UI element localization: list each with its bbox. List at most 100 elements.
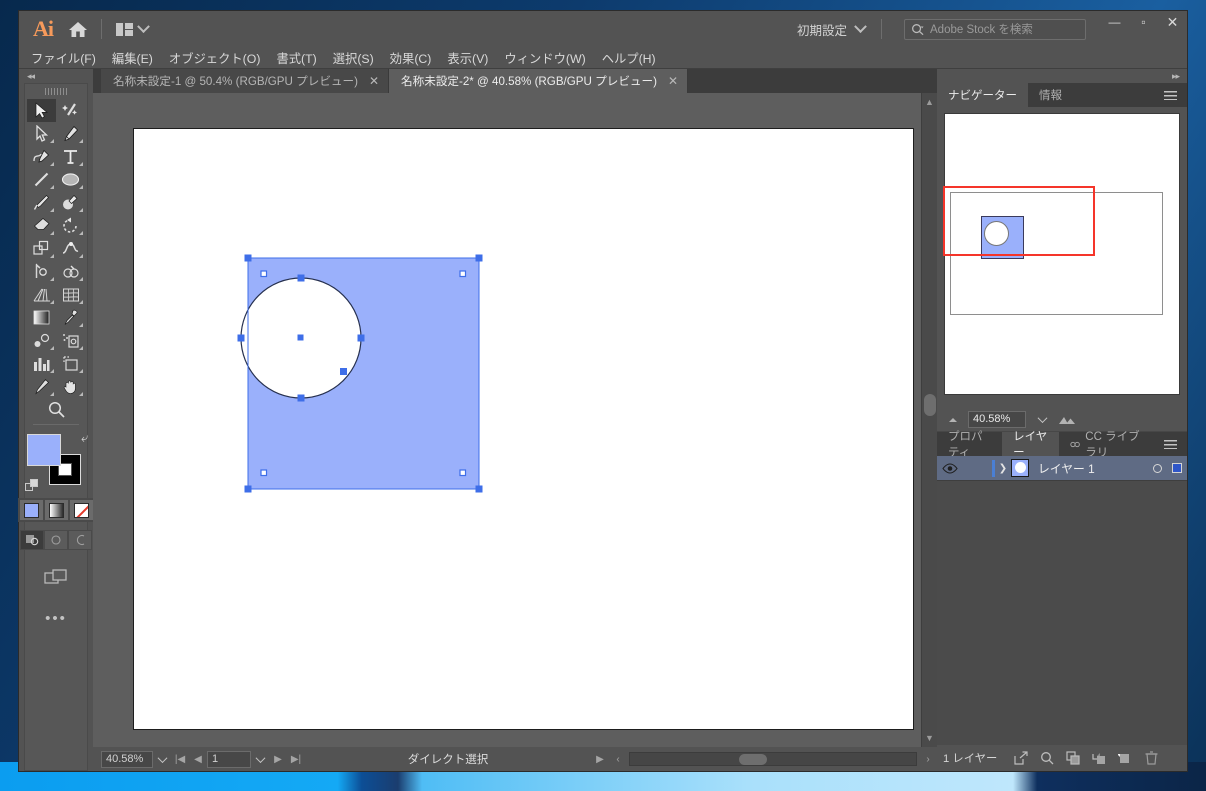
create-new-layer-icon[interactable] bbox=[1113, 747, 1137, 769]
tab-cc-libraries[interactable]: CC ライブラリ bbox=[1059, 431, 1154, 459]
menu-help[interactable]: ヘルプ(H) bbox=[594, 47, 664, 69]
tab-properties[interactable]: プロパティ bbox=[937, 431, 1002, 459]
hand-tool[interactable] bbox=[56, 375, 85, 398]
panel-drag-handle[interactable] bbox=[45, 88, 67, 95]
selection-tool[interactable] bbox=[27, 99, 56, 122]
artwork-selection[interactable] bbox=[228, 238, 528, 518]
pen-tool[interactable] bbox=[56, 122, 85, 145]
blob-brush-tool[interactable] bbox=[56, 191, 85, 214]
document-tab-2[interactable]: 名称未設定-2* @ 40.58% (RGB/GPU プレビュー) ✕ bbox=[389, 69, 689, 93]
search-input[interactable]: Adobe Stock を検索 bbox=[904, 18, 1086, 40]
navigator-zoom-input[interactable]: 40.58% bbox=[968, 410, 1026, 428]
symbol-sprayer-tool[interactable] bbox=[56, 329, 85, 352]
edit-toolbar-ellipsis-icon[interactable]: ••• bbox=[45, 610, 67, 627]
workspace-switcher[interactable]: 初期設定 bbox=[791, 19, 871, 39]
page-dropdown-button[interactable] bbox=[251, 752, 269, 763]
artboard-canvas[interactable] bbox=[93, 93, 921, 747]
page-number-input[interactable]: 1 bbox=[207, 750, 251, 768]
zoom-dropdown-button[interactable] bbox=[153, 752, 171, 763]
close-icon[interactable]: ✕ bbox=[369, 74, 379, 88]
make-clipping-mask-icon[interactable] bbox=[1061, 747, 1085, 769]
zoom-in-mountain-large-icon[interactable] bbox=[1058, 414, 1075, 424]
tools-collapse-button[interactable]: ◂◂ bbox=[19, 69, 93, 83]
eraser-tool[interactable] bbox=[27, 214, 56, 237]
change-screen-mode-icon[interactable] bbox=[41, 566, 71, 588]
delete-selection-icon[interactable] bbox=[1139, 747, 1163, 769]
gradient-tool[interactable] bbox=[27, 306, 56, 329]
layer-name[interactable]: レイヤー 1 bbox=[1029, 460, 1147, 477]
none-mode-button[interactable] bbox=[68, 499, 94, 521]
menu-type[interactable]: 書式(T) bbox=[268, 47, 324, 69]
panel-menu-icon[interactable] bbox=[1154, 432, 1187, 456]
paintbrush-tool[interactable] bbox=[27, 191, 56, 214]
line-segment-tool[interactable] bbox=[27, 168, 56, 191]
perspective-grid-tool[interactable] bbox=[27, 283, 56, 306]
document-tab-1[interactable]: 名称未設定-1 @ 50.4% (RGB/GPU プレビュー) ✕ bbox=[101, 69, 390, 93]
close-icon[interactable]: ✕ bbox=[668, 74, 678, 88]
width-tool[interactable] bbox=[56, 237, 85, 260]
horizontal-scroll-thumb[interactable] bbox=[738, 754, 767, 765]
scale-tool[interactable] bbox=[27, 237, 56, 260]
mesh-tool[interactable] bbox=[56, 283, 85, 306]
arrange-documents-icon[interactable] bbox=[112, 19, 152, 39]
free-transform-tool[interactable] bbox=[27, 260, 56, 283]
menu-effect[interactable]: 効果(C) bbox=[382, 47, 440, 69]
menu-window[interactable]: ウィンドウ(W) bbox=[496, 47, 593, 69]
shape-builder-tool[interactable] bbox=[56, 260, 85, 283]
create-new-sublayer-icon[interactable] bbox=[1087, 747, 1111, 769]
minimize-button[interactable]: — bbox=[1100, 11, 1129, 33]
tab-layers[interactable]: レイヤー bbox=[1002, 431, 1059, 459]
status-collapse-icon[interactable]: ‹ bbox=[609, 754, 627, 765]
scroll-right-icon[interactable]: › bbox=[919, 754, 937, 765]
zoom-tool[interactable] bbox=[42, 398, 71, 421]
draw-behind-mode-button[interactable] bbox=[44, 530, 68, 550]
panel-menu-icon[interactable] bbox=[1154, 83, 1187, 107]
close-button[interactable]: ✕ bbox=[1158, 11, 1187, 33]
previous-page-icon[interactable]: ◀ bbox=[189, 754, 207, 765]
vertical-scroll-thumb[interactable] bbox=[924, 393, 936, 416]
scroll-down-icon[interactable]: ▼ bbox=[925, 733, 934, 743]
zoom-level-input[interactable]: 40.58% bbox=[101, 750, 153, 768]
home-icon[interactable] bbox=[65, 16, 91, 42]
artboard-tool[interactable] bbox=[56, 352, 85, 375]
menu-select[interactable]: 選択(S) bbox=[325, 47, 382, 69]
chevron-right-icon[interactable]: ❯ bbox=[995, 463, 1011, 474]
gradient-mode-button[interactable] bbox=[43, 499, 69, 521]
menu-file[interactable]: ファイル(F) bbox=[23, 47, 104, 69]
color-mode-button[interactable] bbox=[18, 499, 44, 521]
zoom-out-mountain-small-icon[interactable] bbox=[947, 414, 961, 424]
navigator-view-box[interactable] bbox=[943, 186, 1095, 256]
navigator-zoom-dropdown[interactable] bbox=[1033, 412, 1051, 423]
target-circle-icon[interactable] bbox=[1147, 463, 1167, 473]
panel-collapse-button[interactable]: ▸▸ bbox=[937, 69, 1187, 83]
menu-edit[interactable]: 編集(E) bbox=[104, 47, 161, 69]
type-tool[interactable] bbox=[56, 145, 85, 168]
slice-tool[interactable] bbox=[27, 375, 56, 398]
vertical-scrollbar[interactable]: ▲ ▼ bbox=[921, 93, 937, 747]
curvature-tool[interactable] bbox=[27, 145, 56, 168]
menu-view[interactable]: 表示(V) bbox=[439, 47, 496, 69]
magic-wand-tool[interactable] bbox=[56, 99, 85, 122]
default-fill-stroke-icon[interactable] bbox=[25, 479, 39, 492]
maximize-button[interactable]: ▫ bbox=[1129, 11, 1158, 33]
horizontal-scrollbar[interactable] bbox=[629, 752, 917, 766]
direct-selection-tool[interactable] bbox=[27, 122, 56, 145]
locate-object-icon[interactable] bbox=[1035, 747, 1059, 769]
next-page-icon[interactable]: ▶ bbox=[269, 754, 287, 765]
menu-object[interactable]: オブジェクト(O) bbox=[161, 47, 269, 69]
ellipse-tool[interactable] bbox=[56, 168, 85, 191]
first-page-icon[interactable]: |◀ bbox=[171, 754, 189, 765]
tab-navigator[interactable]: ナビゲーター bbox=[937, 83, 1028, 107]
status-badge[interactable] bbox=[1167, 463, 1187, 473]
fill-swatch[interactable] bbox=[27, 434, 61, 466]
scroll-up-icon[interactable]: ▲ bbox=[925, 97, 934, 107]
tab-info[interactable]: 情報 bbox=[1028, 83, 1073, 107]
draw-normal-mode-button[interactable] bbox=[20, 530, 44, 550]
blend-tool[interactable] bbox=[27, 329, 56, 352]
column-graph-tool[interactable] bbox=[27, 352, 56, 375]
eyedropper-tool[interactable] bbox=[56, 306, 85, 329]
table-row[interactable]: ❯ レイヤー 1 bbox=[937, 456, 1187, 481]
draw-inside-mode-button[interactable] bbox=[68, 530, 92, 550]
last-page-icon[interactable]: ▶| bbox=[287, 754, 305, 765]
rotate-tool[interactable] bbox=[56, 214, 85, 237]
